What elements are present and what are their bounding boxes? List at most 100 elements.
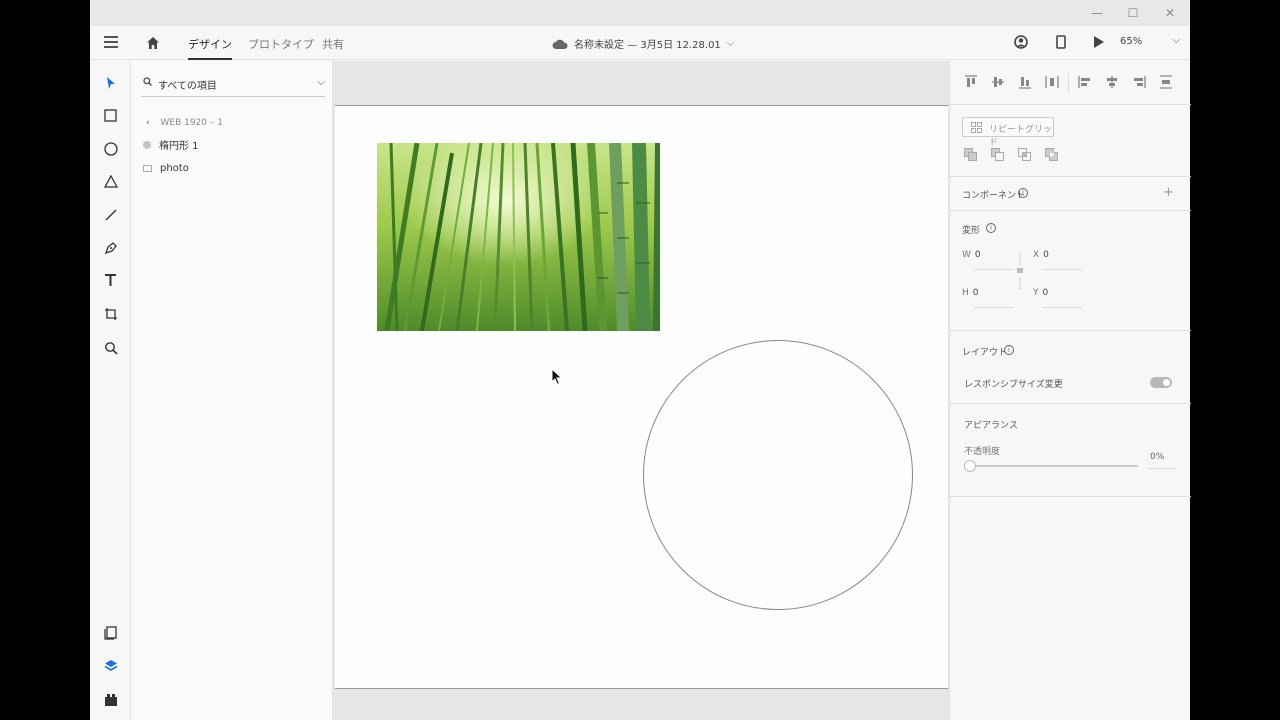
minimize-icon[interactable]: —: [1082, 4, 1112, 22]
breadcrumb[interactable]: ‹ WEB 1920 – 1: [146, 118, 223, 128]
select-tool-icon[interactable]: [102, 74, 119, 91]
boolean-exclude-icon[interactable]: [1045, 148, 1058, 161]
h-value: 0: [972, 288, 979, 298]
line-tool-icon[interactable]: [102, 206, 119, 223]
close-icon[interactable]: ✕: [1155, 4, 1185, 22]
repeat-grid-label: リピートグリッド: [989, 125, 1053, 148]
transform-label: 変形: [962, 226, 981, 236]
y-value: 0: [1042, 288, 1049, 298]
rectangle-tool-icon[interactable]: [102, 107, 119, 124]
home-icon[interactable]: [146, 35, 160, 54]
height-field[interactable]: H0: [962, 288, 979, 298]
w-value: 0: [974, 250, 981, 260]
cloud-icon: [552, 39, 568, 49]
info-icon[interactable]: i: [1004, 345, 1014, 355]
chevron-down-icon[interactable]: ⌵: [317, 77, 325, 88]
ellipse-tool-icon[interactable]: [102, 140, 119, 157]
add-component-icon[interactable]: +: [1163, 185, 1174, 200]
device-preview-icon[interactable]: [1056, 34, 1066, 53]
layer-search[interactable]: すべての項目 ⌵: [141, 71, 325, 97]
top-bar: デザイン プロトタイプ 共有 名称未設定 — 3月5日 12.28.01 ⌵ 6…: [90, 26, 1190, 60]
window-titlebar: — ☐ ✕: [90, 0, 1190, 26]
document-title-text: 名称未設定 — 3月5日 12.28.01: [574, 40, 721, 51]
x-value: 0: [1043, 250, 1049, 260]
layout-section: レイアウト i レスポンシブサイズ変更: [950, 331, 1191, 404]
component-section: コンポーネント i +: [950, 177, 1191, 211]
polygon-tool-icon[interactable]: [102, 173, 119, 190]
distribute-horizontal-icon[interactable]: [1045, 75, 1059, 89]
ellipse-layer-icon: [143, 140, 151, 149]
tab-share[interactable]: 共有: [322, 36, 344, 60]
responsive-resize-label: レスポンシブサイズ変更: [964, 380, 1063, 390]
layer-item-photo[interactable]: photo: [143, 163, 189, 174]
layer-label: 楕円形 1: [159, 141, 199, 152]
text-tool-icon[interactable]: [102, 272, 119, 289]
align-toolbar: [950, 61, 1191, 105]
boolean-add-icon[interactable]: [964, 148, 977, 161]
align-right-icon[interactable]: [1132, 75, 1146, 89]
artboard[interactable]: [335, 105, 948, 689]
bamboo-photo[interactable]: [377, 143, 660, 331]
layer-label: photo: [160, 163, 189, 174]
chevron-down-icon: ⌵: [1172, 35, 1180, 46]
opacity-slider-knob[interactable]: [964, 460, 976, 472]
play-icon[interactable]: [1093, 34, 1105, 53]
image-layer-icon: [143, 165, 152, 172]
user-icon[interactable]: [1014, 34, 1028, 53]
tab-design[interactable]: デザイン: [188, 36, 232, 60]
opacity-slider-track[interactable]: [966, 465, 1138, 467]
distribute-vertical-icon[interactable]: [1159, 75, 1173, 89]
layout-label: レイアウト: [962, 348, 1008, 358]
layers-panel: すべての項目 ⌵ ‹ WEB 1920 – 1 楕円形 1 photo: [131, 61, 333, 720]
repeat-grid-section: [950, 105, 1191, 177]
pen-tool-icon[interactable]: [102, 239, 119, 256]
width-field[interactable]: W0: [962, 250, 981, 260]
xd-window: — ☐ ✕ デザイン プロトタイプ 共有 名称未設定 — 3月5日 12.28.…: [90, 0, 1191, 720]
info-icon[interactable]: i: [1018, 188, 1028, 198]
search-placeholder: すべての項目: [158, 81, 217, 92]
artboard-tool-icon[interactable]: [102, 305, 119, 322]
boolean-intersect-icon[interactable]: [1018, 148, 1031, 161]
assets-icon[interactable]: [102, 624, 119, 641]
x-label: X: [1033, 250, 1040, 260]
repeat-grid-button[interactable]: リピートグリッド: [962, 117, 1054, 148]
boolean-subtract-icon[interactable]: [991, 148, 1004, 161]
chevron-left-icon: ‹: [146, 118, 150, 128]
info-icon[interactable]: i: [986, 223, 996, 233]
y-field[interactable]: Y0: [1033, 288, 1048, 298]
property-inspector: リピートグリッド コンポーネント i + 変形 i W0 X0 H0 Y0 レイ…: [949, 61, 1191, 720]
canvas[interactable]: [333, 61, 949, 720]
tools-bar: [90, 61, 131, 720]
align-left-icon[interactable]: [1078, 75, 1092, 89]
opacity-label: 不透明度: [964, 447, 1001, 457]
align-center-icon[interactable]: [1105, 75, 1119, 89]
appearance-section: アピアランス 不透明度 0%: [950, 404, 1191, 497]
maximize-icon[interactable]: ☐: [1118, 4, 1148, 22]
component-label: コンポーネント: [962, 191, 1026, 201]
menu-icon[interactable]: [104, 36, 118, 48]
x-field[interactable]: X0: [1033, 250, 1049, 260]
layers-icon[interactable]: [102, 657, 119, 674]
plugins-icon[interactable]: [102, 691, 119, 708]
ellipse-shape[interactable]: [643, 340, 913, 610]
zoom-value: 65%: [1120, 36, 1143, 47]
chevron-down-icon: ⌵: [726, 38, 735, 49]
align-middle-icon[interactable]: [991, 75, 1005, 89]
responsive-resize-toggle[interactable]: [1150, 377, 1172, 388]
w-label: W: [962, 250, 971, 260]
h-label: H: [962, 288, 969, 298]
tab-prototype[interactable]: プロトタイプ: [248, 36, 314, 60]
lock-ratio-icon[interactable]: [1016, 253, 1024, 289]
align-top-icon[interactable]: [964, 75, 978, 89]
grid-icon: [971, 122, 982, 133]
document-title[interactable]: 名称未設定 — 3月5日 12.28.01 ⌵: [552, 36, 734, 51]
zoom-select[interactable]: 65% ⌵: [1120, 35, 1180, 47]
align-bottom-icon[interactable]: [1018, 75, 1032, 89]
transform-section: 変形 i W0 X0 H0 Y0: [950, 211, 1191, 331]
appearance-label: アピアランス: [964, 421, 1018, 431]
opacity-value[interactable]: 0%: [1150, 452, 1164, 462]
zoom-tool-icon[interactable]: [102, 339, 119, 356]
layer-item-ellipse[interactable]: 楕円形 1: [143, 137, 199, 152]
search-icon: [143, 77, 152, 86]
cursor-icon: [551, 367, 563, 390]
